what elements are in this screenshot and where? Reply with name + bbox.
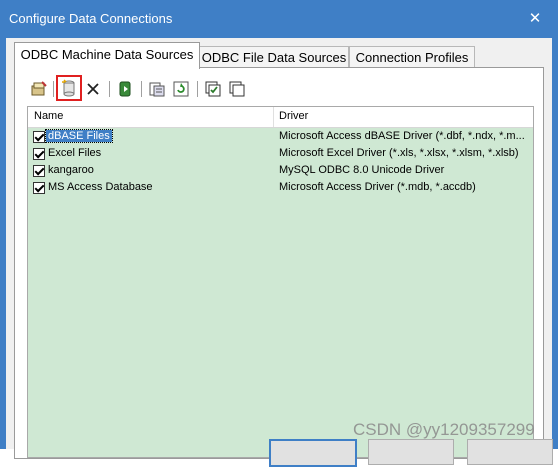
select-all-icon[interactable] <box>203 79 223 99</box>
delete-icon[interactable] <box>83 79 103 99</box>
list-item[interactable]: MS Access Database Microsoft Access Driv… <box>28 179 533 196</box>
window-title: Configure Data Connections <box>9 11 173 26</box>
list-item[interactable]: dBASE Files Microsoft Access dBASE Drive… <box>28 128 533 145</box>
watermark: CSDN @yy1209357299 <box>353 420 535 439</box>
tab-connection-profiles[interactable]: Connection Profiles <box>349 46 475 68</box>
list-item[interactable]: Excel Files Microsoft Excel Driver (*.xl… <box>28 145 533 162</box>
copy-icon[interactable] <box>227 79 247 99</box>
help-button[interactable] <box>467 439 553 465</box>
configure-dsn-icon[interactable] <box>29 79 49 99</box>
ok-button[interactable] <box>269 439 357 467</box>
row-checkbox[interactable] <box>33 182 45 194</box>
toolbar-separator <box>197 81 198 97</box>
row-driver: Microsoft Access Driver (*.mdb, *.accdb) <box>279 181 476 193</box>
row-name: dBASE Files <box>45 129 113 143</box>
configure-data-connections-window: Configure Data Connections ✕ ODBC Machin… <box>0 0 558 467</box>
row-driver: Microsoft Access dBASE Driver (*.dbf, *.… <box>279 130 525 142</box>
row-name: kangaroo <box>48 164 94 176</box>
refresh-icon[interactable] <box>171 79 191 99</box>
row-name: Excel Files <box>48 147 102 159</box>
import-icon[interactable] <box>147 79 167 99</box>
toolbar <box>27 75 547 102</box>
data-sources-list[interactable]: Name Driver dBASE Files Microsoft Access… <box>27 106 534 458</box>
row-driver: Microsoft Excel Driver (*.xls, *.xlsx, *… <box>279 147 519 159</box>
column-header-driver[interactable]: Driver <box>279 110 308 122</box>
tab-odbc-file-data-sources[interactable]: ODBC File Data Sources <box>199 46 349 68</box>
row-name: MS Access Database <box>48 181 153 193</box>
close-icon[interactable]: ✕ <box>524 9 546 29</box>
new-dsn-icon[interactable] <box>56 75 82 101</box>
tab-odbc-machine-data-sources[interactable]: ODBC Machine Data Sources <box>14 42 200 69</box>
column-header-name[interactable]: Name <box>34 110 63 122</box>
toolbar-separator <box>109 81 110 97</box>
row-checkbox[interactable] <box>33 165 45 177</box>
row-checkbox[interactable] <box>33 131 45 143</box>
tab-panel: Name Driver dBASE Files Microsoft Access… <box>14 67 544 459</box>
row-driver: MySQL ODBC 8.0 Unicode Driver <box>279 164 445 176</box>
toolbar-separator <box>53 81 54 97</box>
title-bar[interactable]: Configure Data Connections ✕ <box>0 0 558 38</box>
dialog-client-area: ODBC Machine Data Sources ODBC File Data… <box>6 38 553 467</box>
row-checkbox[interactable] <box>33 148 45 160</box>
list-header: Name Driver <box>28 107 533 128</box>
toolbar-separator <box>141 81 142 97</box>
list-item[interactable]: kangaroo MySQL ODBC 8.0 Unicode Driver <box>28 162 533 179</box>
cancel-button[interactable] <box>368 439 454 465</box>
column-divider[interactable] <box>273 107 274 127</box>
test-connection-icon[interactable] <box>115 79 135 99</box>
